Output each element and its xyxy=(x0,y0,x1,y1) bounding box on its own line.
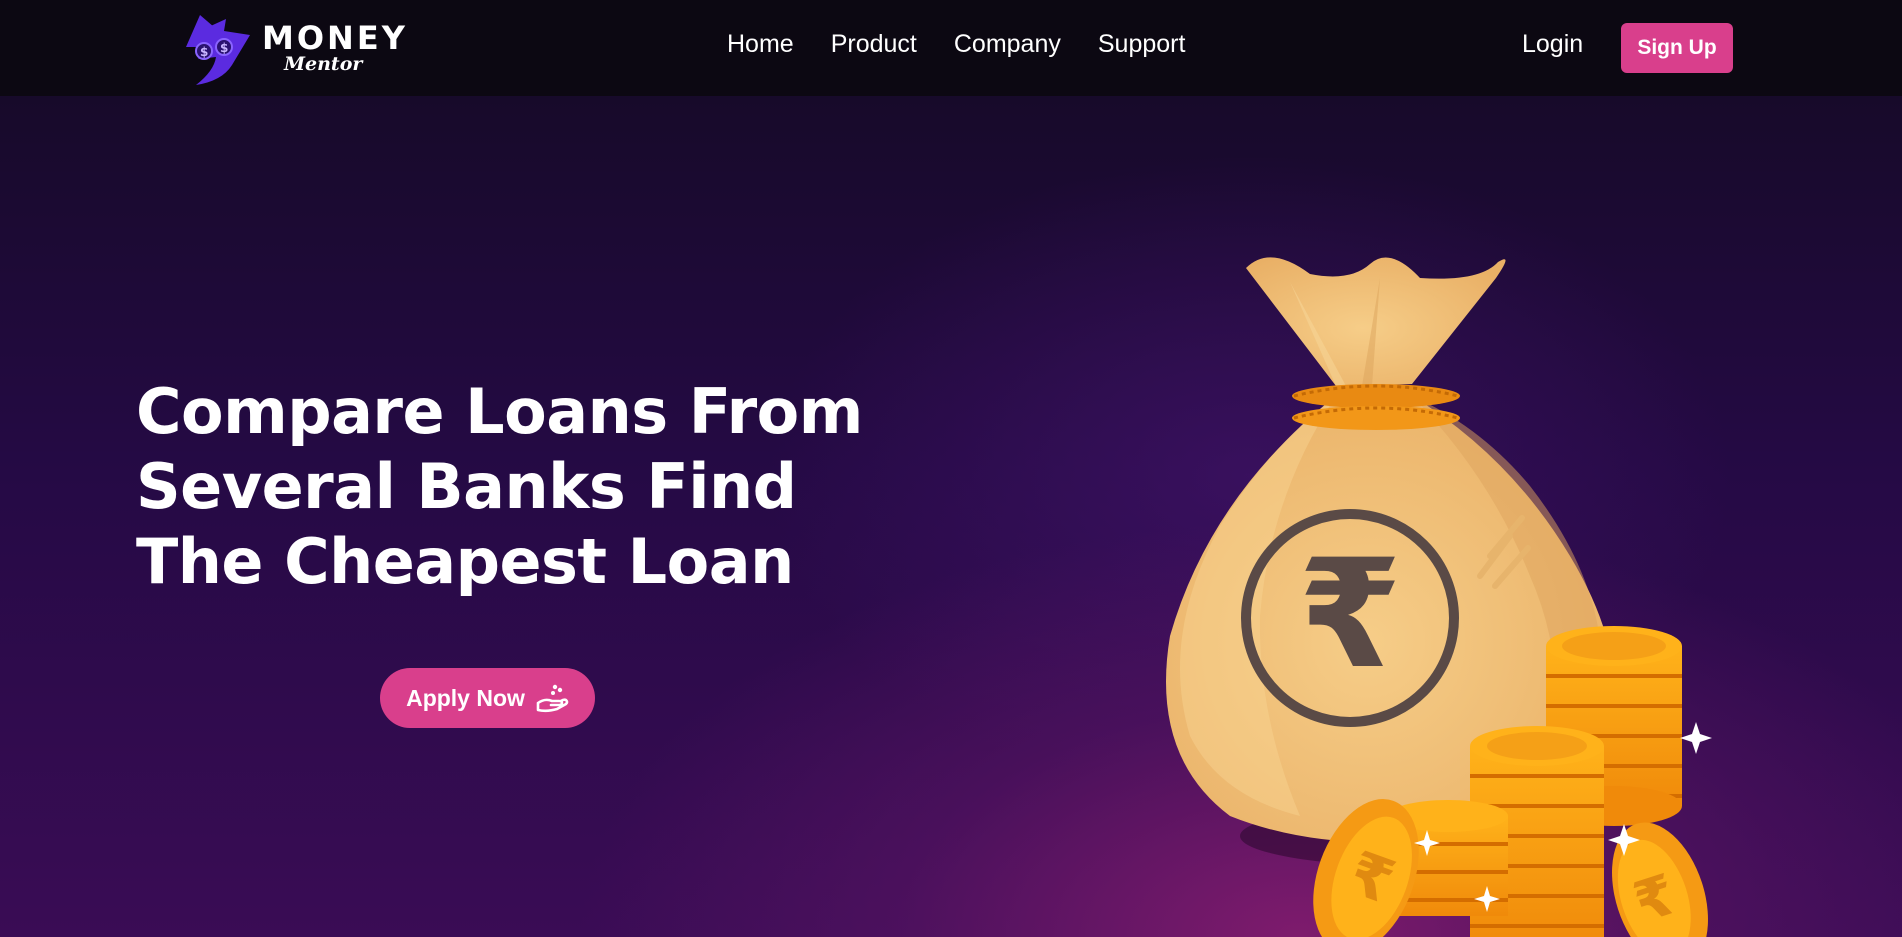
money-logo-icon: $ $ xyxy=(186,15,250,85)
navbar: $ $ MONEY Mentor Home Product Company Su… xyxy=(0,0,1902,96)
brand-wordmark: MONEY Mentor xyxy=(262,22,408,74)
brand-logo[interactable]: $ $ MONEY Mentor xyxy=(174,8,408,88)
apply-now-button[interactable]: Apply Now xyxy=(380,668,595,728)
svg-text:$: $ xyxy=(220,41,228,55)
hand-coins-icon xyxy=(536,684,569,713)
svg-text:₹: ₹ xyxy=(1298,528,1402,702)
main-nav: Home Product Company Support xyxy=(727,30,1185,59)
svg-text:$: $ xyxy=(200,45,208,59)
hero-section: Compare Loans From Several Banks Find Th… xyxy=(0,96,1902,937)
brand-name: MONEY xyxy=(262,19,408,57)
nav-link-support[interactable]: Support xyxy=(1098,30,1186,59)
nav-link-home[interactable]: Home xyxy=(727,30,794,59)
apply-now-label: Apply Now xyxy=(406,684,525,711)
hero-title: Compare Loans From Several Banks Find Th… xyxy=(136,375,863,598)
nav-link-product[interactable]: Product xyxy=(831,30,917,59)
brand-tagline: Mentor xyxy=(284,53,363,75)
login-link[interactable]: Login xyxy=(1522,30,1583,59)
signup-button[interactable]: Sign Up xyxy=(1621,23,1733,73)
nav-link-company[interactable]: Company xyxy=(954,30,1061,59)
money-bag-illustration: ₹ ₹ ₹ xyxy=(1166,257,1712,937)
